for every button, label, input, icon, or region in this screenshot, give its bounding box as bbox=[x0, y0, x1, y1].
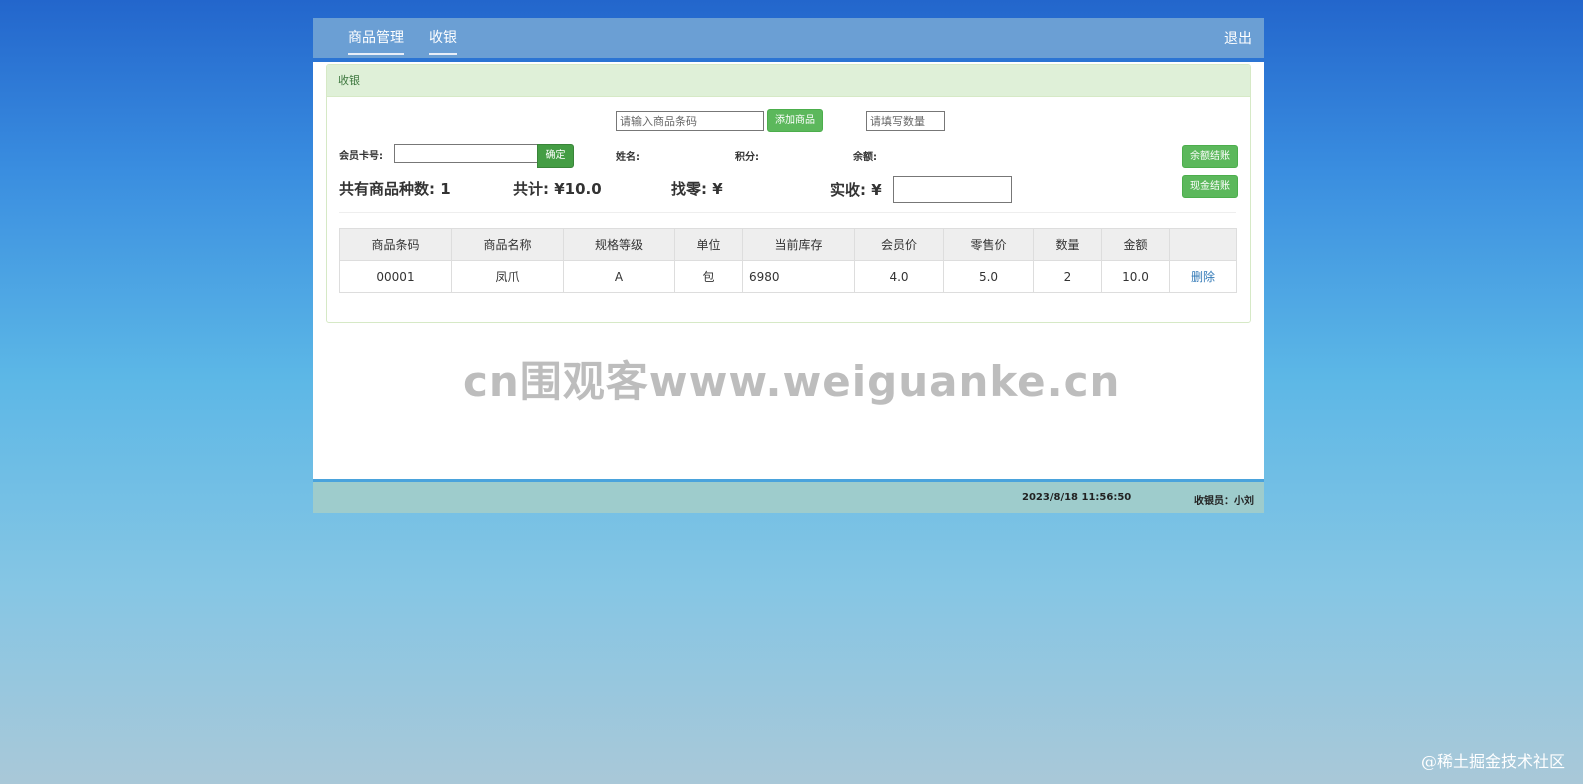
status-footer: 2023/8/18 11:56:50 收银员：小刘 bbox=[313, 479, 1264, 513]
total-value: ¥10.0 bbox=[554, 180, 602, 198]
footer-cashier: 收银员：小刘 bbox=[1194, 496, 1254, 507]
received-summary: 实收: ¥ bbox=[830, 179, 882, 200]
confirm-member-button[interactable]: 确定 bbox=[537, 144, 574, 168]
checkout-panel: 收银 添加商品 会员卡号: 确定 姓名: 积分: 余额: 余额结账 现金结账 共… bbox=[326, 64, 1251, 323]
column-header-action bbox=[1169, 228, 1237, 261]
received-label: 实收: bbox=[830, 181, 866, 199]
column-header: 规格等级 bbox=[563, 228, 675, 261]
corner-watermark: @稀土掘金技术社区 bbox=[1420, 752, 1565, 771]
change-label: 找零: bbox=[671, 180, 707, 198]
balance-checkout-button[interactable]: 余额结账 bbox=[1182, 145, 1238, 168]
column-header: 会员价 bbox=[854, 228, 944, 261]
change-summary: 找零: ¥ bbox=[671, 178, 723, 199]
cell-member-price: 4.0 bbox=[854, 260, 944, 293]
nav-item-product-management[interactable]: 商品管理 bbox=[348, 28, 404, 55]
table-header-row: 商品条码 商品名称 规格等级 单位 当前库存 会员价 零售价 数量 金额 bbox=[339, 228, 1237, 261]
cell-barcode: 00001 bbox=[339, 260, 452, 293]
panel-title: 收银 bbox=[327, 65, 1250, 97]
column-header: 当前库存 bbox=[742, 228, 855, 261]
barcode-input[interactable] bbox=[616, 111, 764, 131]
cell-stock: 6980 bbox=[742, 260, 855, 293]
member-card-input[interactable] bbox=[394, 144, 538, 163]
cell-retail-price: 5.0 bbox=[943, 260, 1034, 293]
quantity-input[interactable] bbox=[866, 111, 945, 131]
member-balance-label: 余额: bbox=[853, 152, 877, 163]
cell-name: 凤爪 bbox=[451, 260, 564, 293]
column-header: 数量 bbox=[1033, 228, 1102, 261]
footer-datetime: 2023/8/18 11:56:50 bbox=[1022, 492, 1132, 503]
table-row: 00001 凤爪 A 包 6980 4.0 5.0 2 10.0 删除 bbox=[339, 260, 1237, 293]
item-kinds-summary: 共有商品种数: 1 bbox=[339, 178, 451, 199]
cash-checkout-button[interactable]: 现金结账 bbox=[1182, 175, 1238, 198]
app-window: 商品管理 收银 退出 收银 添加商品 会员卡号: 确定 姓名: 积分: 余额: … bbox=[313, 18, 1264, 513]
received-amount-input[interactable] bbox=[893, 176, 1012, 203]
column-header: 单位 bbox=[674, 228, 743, 261]
top-navigation: 商品管理 收银 退出 bbox=[313, 18, 1264, 58]
divider bbox=[339, 212, 1236, 213]
member-points-label: 积分: bbox=[735, 152, 759, 163]
column-header: 金额 bbox=[1101, 228, 1170, 261]
item-kinds-value: 1 bbox=[440, 180, 451, 198]
total-label: 共计: bbox=[513, 180, 549, 198]
logout-link[interactable]: 退出 bbox=[1224, 29, 1252, 49]
received-currency: ¥ bbox=[871, 181, 882, 199]
column-header: 商品条码 bbox=[339, 228, 452, 261]
change-value: ¥ bbox=[712, 180, 723, 198]
cell-amount: 10.0 bbox=[1101, 260, 1170, 293]
cell-grade: A bbox=[563, 260, 675, 293]
member-card-label: 会员卡号: bbox=[339, 151, 383, 162]
cell-quantity: 2 bbox=[1033, 260, 1102, 293]
total-summary: 共计: ¥10.0 bbox=[513, 178, 602, 199]
main-content: 收银 添加商品 会员卡号: 确定 姓名: 积分: 余额: 余额结账 现金结账 共… bbox=[313, 62, 1264, 479]
watermark-text: cn围观客www.weiguanke.cn bbox=[463, 357, 1121, 406]
goods-table: 商品条码 商品名称 规格等级 单位 当前库存 会员价 零售价 数量 金额 000… bbox=[339, 228, 1237, 293]
column-header: 商品名称 bbox=[451, 228, 564, 261]
member-name-label: 姓名: bbox=[616, 152, 640, 163]
delete-link[interactable]: 删除 bbox=[1191, 270, 1215, 284]
add-product-button[interactable]: 添加商品 bbox=[767, 109, 823, 132]
cell-action: 删除 bbox=[1169, 260, 1237, 293]
cell-unit: 包 bbox=[674, 260, 743, 293]
nav-item-checkout[interactable]: 收银 bbox=[429, 28, 457, 55]
item-kinds-label: 共有商品种数: bbox=[339, 180, 435, 198]
column-header: 零售价 bbox=[943, 228, 1034, 261]
